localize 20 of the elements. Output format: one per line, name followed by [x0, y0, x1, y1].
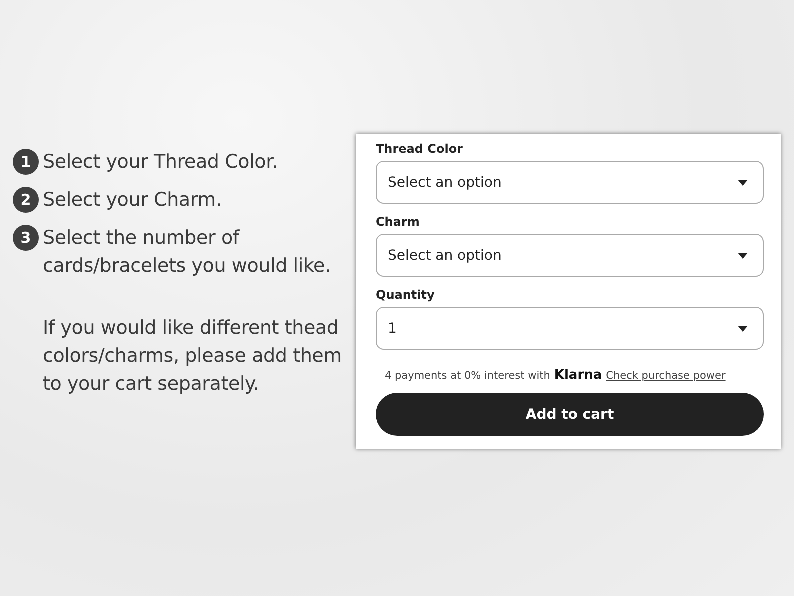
note-text: If you would like different thead colors/charms, please add them to your cart separately. [43, 316, 343, 397]
field-label: Thread Color [376, 142, 464, 156]
klarna-logo: Klarna [554, 368, 602, 383]
field-label: Quantity [376, 288, 436, 302]
caret-icon [738, 180, 748, 186]
select-dropdown[interactable]: 1 [376, 307, 764, 350]
caret-icon [738, 252, 748, 258]
step-number: 2 [13, 187, 39, 213]
select-dropdown[interactable]: Select an option [376, 234, 764, 277]
step-text: Select your Thread Color. [43, 150, 279, 175]
payment-text: 4 payments at 0% interest with [385, 370, 550, 382]
add-to-cart-button[interactable]: Add to cart [376, 393, 764, 436]
caret-icon [738, 326, 748, 332]
field-label: Charm [376, 215, 421, 229]
step-text: Select the number of cards/bracelets you would like. [43, 226, 332, 279]
select-dropdown[interactable]: Select an option [376, 161, 764, 204]
check-purchase-power-link[interactable]: Check purchase power [606, 370, 726, 382]
step-number: 3 [13, 225, 39, 251]
step-number: 1 [13, 149, 39, 175]
step-text: Select your Charm. [43, 188, 223, 213]
